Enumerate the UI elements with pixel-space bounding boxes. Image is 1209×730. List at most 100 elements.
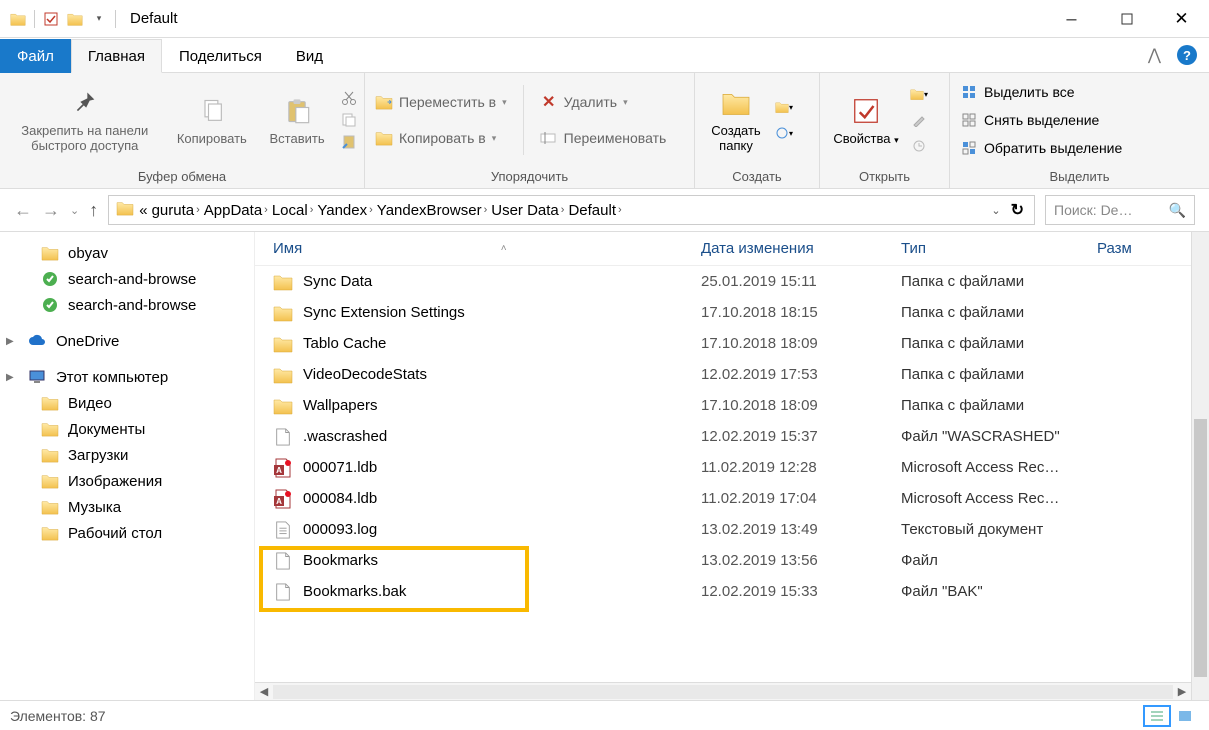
newfolder-icon xyxy=(720,87,752,119)
invert-icon xyxy=(960,139,978,157)
file-icon xyxy=(273,427,293,447)
ribbon-tabs: Файл Главная Поделиться Вид ⋀ ? xyxy=(0,38,1209,73)
qat-dropdown-icon[interactable]: ▾ xyxy=(91,11,107,27)
invert-selection-button[interactable]: Обратить выделение xyxy=(956,137,1126,159)
tree-item[interactable]: Рабочий стол xyxy=(0,520,254,546)
help-icon[interactable]: ? xyxy=(1177,45,1197,65)
tree-item[interactable]: Изображения xyxy=(0,468,254,494)
qat-newfolder-icon[interactable] xyxy=(67,11,83,27)
refresh-icon[interactable]: ↻ xyxy=(1011,200,1024,220)
tree-icon xyxy=(40,270,60,288)
search-input[interactable]: Поиск: De… 🔍 xyxy=(1045,195,1195,225)
nav-up-icon[interactable]: ↑ xyxy=(89,200,98,221)
move-to-button[interactable]: Переместить в▾ xyxy=(371,91,511,113)
statusbar: Элементов: 87 xyxy=(0,700,1209,730)
breadcrumb: User Data› xyxy=(491,202,564,219)
tree-item[interactable]: ▶OneDrive xyxy=(0,328,254,354)
window-title: Default xyxy=(130,10,178,27)
cut-icon[interactable] xyxy=(340,89,358,107)
file-row[interactable]: VideoDecodeStats12.02.2019 17:53Папка с … xyxy=(255,359,1191,390)
address-bar[interactable]: « guruta› AppData› Local› Yandex› Yandex… xyxy=(108,195,1035,225)
file-icon xyxy=(273,303,293,323)
delete-button[interactable]: ✕Удалить▾ xyxy=(536,91,671,113)
tree-icon xyxy=(40,472,60,490)
select-none-button[interactable]: Снять выделение xyxy=(956,109,1126,131)
details-view-button[interactable] xyxy=(1143,705,1171,727)
selectall-icon xyxy=(960,83,978,101)
maximize-button[interactable] xyxy=(1099,0,1154,38)
column-headers[interactable]: Имя˄ Дата изменения Тип Разм xyxy=(255,232,1191,266)
file-row[interactable]: 000084.ldb11.02.2019 17:04Microsoft Acce… xyxy=(255,483,1191,514)
tree-item[interactable]: search-and-browse xyxy=(0,266,254,292)
navbar: ← → ⌄ ↑ « guruta› AppData› Local› Yandex… xyxy=(0,189,1209,231)
tree-icon xyxy=(40,420,60,438)
status-count: 87 xyxy=(90,708,106,724)
copyto-icon xyxy=(375,129,393,147)
thumbnails-view-button[interactable] xyxy=(1171,705,1199,727)
tree-item[interactable]: Музыка xyxy=(0,494,254,520)
moveto-icon xyxy=(375,93,393,111)
rename-button[interactable]: Переименовать xyxy=(536,127,671,149)
tree-item[interactable]: Загрузки xyxy=(0,442,254,468)
select-all-button[interactable]: Выделить все xyxy=(956,81,1126,103)
tree-icon xyxy=(40,524,60,542)
file-row[interactable]: 000071.ldb11.02.2019 12:28Microsoft Acce… xyxy=(255,452,1191,483)
tree-icon xyxy=(40,296,60,314)
file-icon xyxy=(273,365,293,385)
ribbon: Закрепить на панели быстрого доступа Коп… xyxy=(0,73,1209,189)
history-icon[interactable] xyxy=(910,137,928,155)
tree-icon xyxy=(40,498,60,516)
tab-file[interactable]: Файл xyxy=(0,39,71,73)
copy-button[interactable]: Копировать xyxy=(168,95,257,146)
group-organize-label: Упорядочить xyxy=(371,167,688,188)
tree-item[interactable]: ▶Этот компьютер xyxy=(0,364,254,390)
open-icon[interactable]: ▾ xyxy=(910,85,928,103)
file-row[interactable]: Bookmarks.bak12.02.2019 15:33Файл "BAK" xyxy=(255,576,1191,607)
file-row[interactable]: Sync Extension Settings17.10.2018 18:15П… xyxy=(255,297,1191,328)
tab-view[interactable]: Вид xyxy=(279,39,340,73)
tree-item[interactable]: Видео xyxy=(0,390,254,416)
navigation-pane[interactable]: obyavsearch-and-browsesearch-and-browse▶… xyxy=(0,232,255,700)
tree-icon xyxy=(40,244,60,262)
qat-properties-icon[interactable] xyxy=(43,11,59,27)
file-row[interactable]: Tablo Cache17.10.2018 18:09Папка с файла… xyxy=(255,328,1191,359)
group-open-label: Открыть xyxy=(826,167,943,188)
easy-access-icon[interactable]: ▾ xyxy=(775,124,793,142)
copy-path-icon[interactable] xyxy=(340,111,358,129)
paste-icon xyxy=(281,95,313,127)
address-dropdown-icon[interactable]: ⌄ xyxy=(991,204,1000,217)
tree-item[interactable]: Документы xyxy=(0,416,254,442)
file-row[interactable]: .wascrashed12.02.2019 15:37Файл "WASCRAS… xyxy=(255,421,1191,452)
copy-to-button[interactable]: Копировать в▾ xyxy=(371,127,511,149)
tab-home[interactable]: Главная xyxy=(71,39,162,73)
collapse-ribbon-icon[interactable]: ⋀ xyxy=(1148,45,1161,65)
file-row[interactable]: Wallpapers17.10.2018 18:09Папка с файлам… xyxy=(255,390,1191,421)
tree-item[interactable]: obyav xyxy=(0,240,254,266)
new-item-icon[interactable]: ▾ xyxy=(775,98,793,116)
file-row[interactable]: Sync Data25.01.2019 15:11Папка с файлами xyxy=(255,266,1191,297)
minimize-button[interactable]: ─ xyxy=(1044,0,1099,38)
tree-item[interactable]: search-and-browse xyxy=(0,292,254,318)
file-row[interactable]: Bookmarks13.02.2019 13:56Файл xyxy=(255,545,1191,576)
file-icon xyxy=(273,582,293,602)
file-row[interactable]: 000093.log13.02.2019 13:49Текстовый доку… xyxy=(255,514,1191,545)
close-button[interactable]: ✕ xyxy=(1154,0,1209,38)
breadcrumb: AppData› xyxy=(204,202,268,219)
horizontal-scrollbar[interactable]: ◀▶ xyxy=(255,682,1191,700)
paste-button[interactable]: Вставить xyxy=(260,95,334,146)
new-folder-button[interactable]: Создать папку xyxy=(701,87,771,153)
tree-icon xyxy=(28,332,48,350)
tab-share[interactable]: Поделиться xyxy=(162,39,279,73)
nav-recent-icon[interactable]: ⌄ xyxy=(70,204,79,217)
titlebar: ▾ Default ─ ✕ xyxy=(0,0,1209,38)
folder-icon xyxy=(10,11,26,27)
edit-icon[interactable] xyxy=(910,111,928,129)
properties-button[interactable]: Свойства ▾ xyxy=(826,95,906,146)
vertical-scrollbar[interactable] xyxy=(1191,232,1209,700)
status-count-label: Элементов: xyxy=(10,708,86,724)
pin-to-quick-access-button[interactable]: Закрепить на панели быстрого доступа xyxy=(6,87,164,153)
file-icon xyxy=(273,396,293,416)
nav-forward-icon[interactable]: → xyxy=(42,200,60,221)
nav-back-icon[interactable]: ← xyxy=(14,200,32,221)
paste-shortcut-icon[interactable] xyxy=(340,133,358,151)
